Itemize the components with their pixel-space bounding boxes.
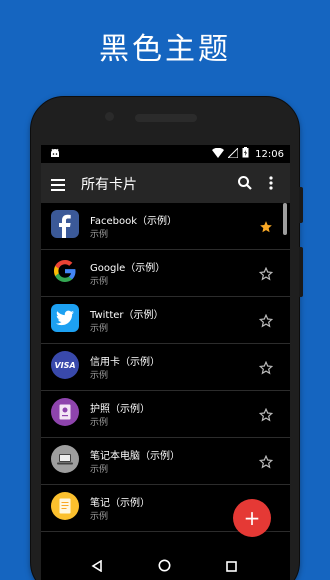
status-bar: 12:06 [41,145,290,163]
scrollbar[interactable] [283,203,287,235]
visa-icon: VISA [51,351,79,379]
more-vert-icon[interactable] [268,175,274,191]
app-screen: 12:06 所有卡片 Facebook（示例） 示例 Google（示例） 示例… [41,145,290,580]
star-outline-icon[interactable] [258,313,274,328]
laptop-icon [51,445,79,473]
list-item[interactable]: 护照（示例） 示例 [41,391,290,438]
card-subtitle: 示例 [90,465,109,475]
recent-apps-icon[interactable] [226,557,237,576]
star-outline-icon[interactable] [258,407,274,422]
list-item[interactable]: 笔记本电脑（示例） 示例 [41,438,290,485]
list-item[interactable]: Twitter（示例） 示例 [41,297,290,344]
power-button [299,247,303,297]
note-icon [51,492,79,520]
star-outline-icon[interactable] [258,266,274,281]
volume-button [299,187,303,223]
menu-icon[interactable] [51,176,65,191]
android-notification-icon [50,148,60,161]
card-subtitle: 示例 [90,418,109,428]
card-subtitle: 示例 [90,277,109,287]
card-subtitle: 示例 [90,230,109,240]
android-navigation-bar [41,545,290,580]
list-item[interactable]: Facebook（示例） 示例 [41,203,290,250]
phone-speaker [135,114,197,122]
back-icon[interactable] [91,557,103,576]
passport-icon [51,398,79,426]
twitter-icon [51,304,79,332]
card-subtitle: 示例 [90,371,109,381]
card-name: 笔记本电脑（示例） [90,451,180,462]
star-filled-icon[interactable] [259,219,273,233]
status-time: 12:06 [255,148,284,160]
signal-icon [226,146,239,161]
app-toolbar: 所有卡片 [41,163,290,203]
front-camera [105,112,114,121]
star-outline-icon[interactable] [258,360,274,375]
home-icon[interactable] [158,557,171,576]
list-item[interactable]: VISA 信用卡（示例） 示例 [41,344,290,391]
card-name: Facebook（示例） [90,216,177,227]
card-name: 护照（示例） [90,404,150,415]
card-subtitle: 示例 [90,512,109,522]
card-name: 笔记（示例） [90,498,150,509]
page-title: 所有卡片 [81,177,137,193]
search-icon[interactable] [237,175,253,191]
card-name: Google（示例） [90,263,166,274]
card-name: Twitter（示例） [90,310,164,321]
google-icon [51,257,79,285]
card-subtitle: 示例 [90,324,109,334]
star-outline-icon[interactable] [258,454,274,469]
card-list: Facebook（示例） 示例 Google（示例） 示例 Twitter（示例… [41,203,290,532]
list-item[interactable]: Google（示例） 示例 [41,250,290,297]
facebook-icon [51,210,79,238]
promo-title: 黑色主题 [99,32,231,67]
card-name: 信用卡（示例） [90,357,160,368]
battery-icon [242,147,249,161]
wifi-icon [212,147,225,161]
add-card-button[interactable]: + [233,499,271,537]
